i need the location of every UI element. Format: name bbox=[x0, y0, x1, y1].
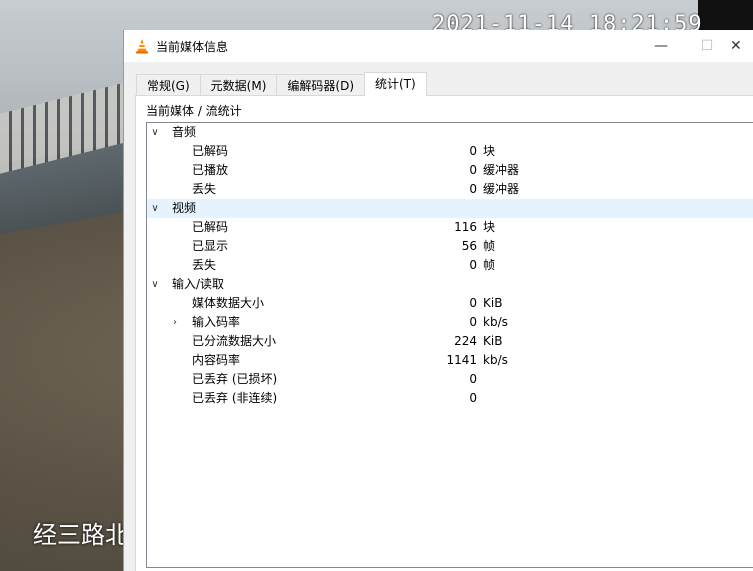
row-unit: KiB bbox=[483, 334, 503, 348]
tree-row[interactable]: 已解码 0 块 bbox=[147, 142, 753, 161]
row-label: 已分流数据大小 bbox=[192, 334, 277, 348]
row-label: 媒体数据大小 bbox=[192, 296, 265, 310]
breadcrumb: 当前媒体 / 流统计 bbox=[146, 104, 242, 118]
row-value: 224 bbox=[454, 334, 477, 348]
row-label: 内容码率 bbox=[192, 353, 241, 367]
group-video[interactable]: ∨ 视频 bbox=[147, 199, 753, 218]
row-value: 0 bbox=[469, 163, 477, 177]
statistics-panel: 当前媒体 / 流统计 ∨ 音频 已解码 0 块 已播放 0 缓冲器 丢失 0 缓… bbox=[135, 95, 753, 571]
group-label: 音频 bbox=[172, 125, 197, 139]
row-unit: 块 bbox=[483, 144, 496, 158]
group-label: 视频 bbox=[172, 201, 197, 215]
video-dark-corner bbox=[698, 0, 753, 30]
maximize-button[interactable]: ☐ bbox=[684, 30, 730, 62]
tree-row[interactable]: 内容码率 1141 kb/s bbox=[147, 351, 753, 370]
watermark: @稀土掘金技术社区 bbox=[596, 537, 732, 555]
tab-statistics[interactable]: 统计(T) bbox=[364, 72, 427, 96]
row-value: 0 bbox=[469, 144, 477, 158]
row-value: 0 bbox=[469, 258, 477, 272]
tree-row-input-bitrate[interactable]: › 输入码率 0 kb/s bbox=[147, 313, 753, 332]
group-audio[interactable]: ∨ 音频 bbox=[147, 123, 753, 142]
video-caption: 经三路北 bbox=[33, 521, 129, 549]
tree-row[interactable]: 已分流数据大小 224 KiB bbox=[147, 332, 753, 351]
tree-row[interactable]: 丢失 0 缓冲器 bbox=[147, 180, 753, 199]
tree-row[interactable]: 已丢弃 (非连续) 0 bbox=[147, 389, 753, 408]
row-value: 0 bbox=[469, 315, 477, 329]
row-unit: 缓冲器 bbox=[483, 163, 520, 177]
row-value: 0 bbox=[469, 182, 477, 196]
group-label: 输入/读取 bbox=[172, 277, 225, 291]
row-label: 输入码率 bbox=[192, 315, 241, 329]
row-unit: 帧 bbox=[483, 258, 496, 272]
title-bar[interactable]: 当前媒体信息 — ☐ ✕ bbox=[124, 30, 753, 62]
chevron-down-icon[interactable]: ∨ bbox=[149, 275, 161, 294]
stats-tree[interactable]: ∨ 音频 已解码 0 块 已播放 0 缓冲器 丢失 0 缓冲器 ∨ 视频 已解码… bbox=[146, 122, 753, 568]
row-label: 已丢弃 (非连续) bbox=[192, 391, 278, 405]
row-value: 56 bbox=[461, 239, 477, 253]
row-value: 0 bbox=[469, 372, 477, 386]
row-unit: kb/s bbox=[483, 353, 508, 367]
media-info-dialog: 当前媒体信息 — ☐ ✕ 常规(G) 元数据(M) 编解码器(D) 统计(T) … bbox=[123, 30, 753, 571]
close-button[interactable]: ✕ bbox=[730, 30, 753, 62]
vlc-cone-icon bbox=[136, 39, 148, 54]
row-label: 丢失 bbox=[192, 258, 217, 272]
row-label: 已丢弃 (已损坏) bbox=[192, 372, 278, 386]
group-input-read[interactable]: ∨ 输入/读取 bbox=[147, 275, 753, 294]
chevron-right-icon[interactable]: › bbox=[169, 313, 181, 332]
row-label: 丢失 bbox=[192, 182, 217, 196]
chevron-down-icon[interactable]: ∨ bbox=[149, 123, 161, 142]
tab-metadata[interactable]: 元数据(M) bbox=[199, 74, 278, 96]
row-value: 1141 bbox=[446, 353, 477, 367]
row-value: 116 bbox=[454, 220, 477, 234]
tab-bar: 常规(G) 元数据(M) 编解码器(D) 统计(T) bbox=[136, 72, 427, 96]
tree-row[interactable]: 已显示 56 帧 bbox=[147, 237, 753, 256]
row-unit: KiB bbox=[483, 296, 503, 310]
chevron-down-icon[interactable]: ∨ bbox=[149, 199, 161, 218]
tree-row[interactable]: 媒体数据大小 0 KiB bbox=[147, 294, 753, 313]
row-value: 0 bbox=[469, 296, 477, 310]
minimize-button[interactable]: — bbox=[638, 30, 684, 62]
row-unit: kb/s bbox=[483, 315, 508, 329]
row-label: 已解码 bbox=[192, 144, 229, 158]
row-unit: 帧 bbox=[483, 239, 496, 253]
tree-row[interactable]: 已丢弃 (已损坏) 0 bbox=[147, 370, 753, 389]
row-unit: 缓冲器 bbox=[483, 182, 520, 196]
row-value: 0 bbox=[469, 391, 477, 405]
row-unit: 块 bbox=[483, 220, 496, 234]
row-label: 已播放 bbox=[192, 163, 229, 177]
tree-row[interactable]: 已解码 116 块 bbox=[147, 218, 753, 237]
tree-row[interactable]: 已播放 0 缓冲器 bbox=[147, 161, 753, 180]
tree-row[interactable]: 丢失 0 帧 bbox=[147, 256, 753, 275]
row-label: 已解码 bbox=[192, 220, 229, 234]
row-label: 已显示 bbox=[192, 239, 229, 253]
tab-codec[interactable]: 编解码器(D) bbox=[276, 74, 365, 96]
window-title: 当前媒体信息 bbox=[156, 40, 229, 54]
tab-general[interactable]: 常规(G) bbox=[136, 74, 201, 96]
